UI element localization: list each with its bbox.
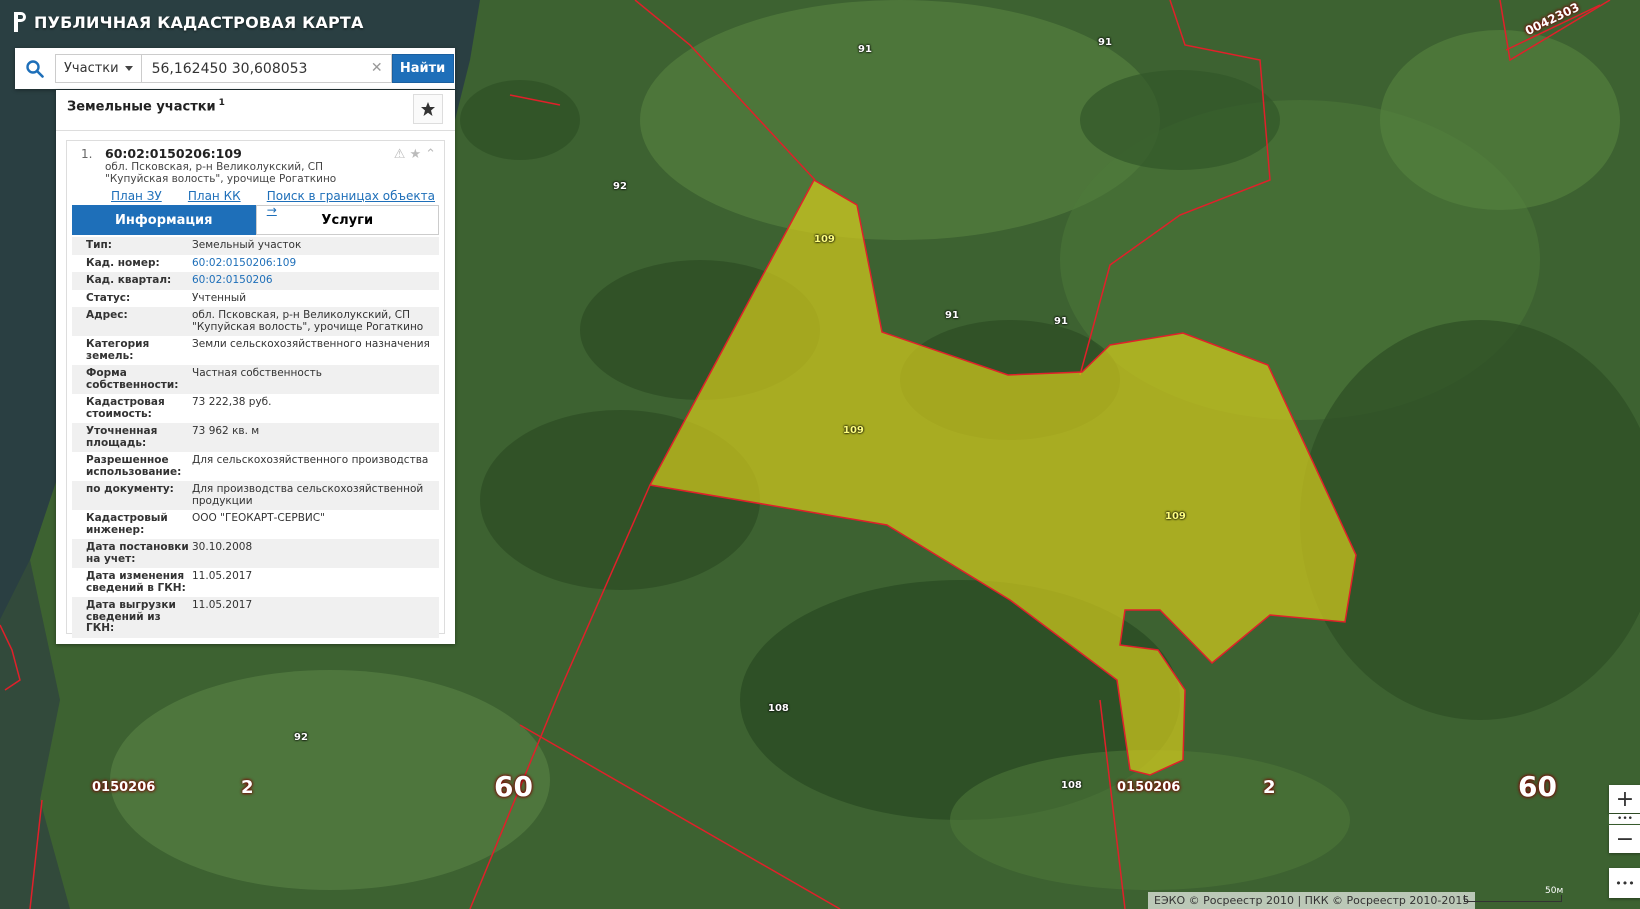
info-row: Форма собственности: Частная собственност… — [72, 365, 439, 394]
info-row: Кадастровая стоимость: 73 222,38 руб. — [72, 394, 439, 423]
attribution: ЕЭКО © Росреестр 2010 | ПКК © Росреестр … — [1148, 892, 1476, 909]
info-value: ООО "ГЕОКАРТ-СЕРВИС" — [192, 512, 325, 524]
info-row: Статус: Учтенный — [72, 290, 439, 308]
info-value: 30.10.2008 — [192, 541, 253, 553]
tab-services[interactable]: Услуги — [255, 205, 439, 235]
divider — [56, 130, 455, 131]
info-value: Для производства сельскохозяйственной пр… — [192, 483, 424, 507]
info-table: Тип: Земельный участок Кад. номер: 60:02:01… — [72, 237, 439, 638]
info-row: Адрес: обл. Псковская, р-н Великолукский,… — [72, 307, 439, 336]
result-tabs: Информация Услуги — [72, 205, 439, 235]
app-title: ПУБЛИЧНАЯ КАДАСТРОВАЯ КАРТА — [34, 12, 364, 32]
search-icon[interactable] — [15, 48, 55, 89]
zoom-in-button[interactable]: + — [1609, 785, 1640, 813]
panel-title: Земельные участки 1 — [67, 98, 225, 115]
result-index: 1. — [81, 147, 93, 161]
info-row: Дата выгрузки сведений из ГКН: 11.05.2017 — [72, 597, 439, 638]
search-query: 56,162450 30,608053 — [151, 60, 308, 77]
chevron-down-icon — [124, 66, 133, 71]
block-label: 2 — [1263, 777, 1276, 798]
info-value: 73 962 кв. м — [192, 425, 260, 437]
info-row: Кадастровый инженер: ООО "ГЕОКАРТ-СЕРВИС" — [72, 510, 439, 539]
info-row: Тип: Земельный участок — [72, 237, 439, 255]
zoom-out-button[interactable]: − — [1609, 825, 1640, 853]
star-icon[interactable]: ★ — [409, 147, 421, 162]
parcel-label: 91 — [858, 44, 872, 55]
info-key: Кадастровая стоимость: — [86, 396, 165, 420]
parcel-label: 91 — [1098, 37, 1112, 48]
parcel-label: 92 — [613, 181, 627, 192]
parcel-label: 109 — [843, 425, 864, 436]
result-count: 1 — [218, 98, 225, 108]
favorites-button[interactable] — [413, 94, 443, 124]
info-key: Разрешенное использование: — [86, 454, 182, 478]
zoom-slider-handle[interactable]: ••• — [1609, 814, 1640, 824]
info-row: Кад. квартал: 60:02:0150206 — [72, 272, 439, 290]
scale-bar — [1464, 895, 1562, 902]
info-key: Кад. квартал: — [86, 274, 172, 286]
block-label: 0150206 — [92, 780, 156, 795]
parcel-label: 108 — [768, 703, 789, 714]
info-row: Дата изменения сведений в ГКН: 11.05.2017 — [72, 568, 439, 597]
info-row: Уточненная площадь: 73 962 кв. м — [72, 423, 439, 452]
block-label: 2 — [241, 777, 254, 798]
info-key: Тип: — [86, 239, 112, 251]
info-key: Дата изменения сведений в ГКН: — [86, 570, 186, 594]
star-icon — [421, 102, 435, 116]
result-card: 1. 60:02:0150206:109 обл. Псковская, р-н… — [66, 140, 445, 638]
info-value: 11.05.2017 — [192, 599, 253, 611]
search-category-value: Участки — [64, 61, 119, 76]
parcel-label: 109 — [1165, 511, 1186, 522]
block-label: 60 — [1518, 770, 1557, 803]
search-category-select[interactable]: Участки — [55, 54, 142, 83]
info-key: Форма собственности: — [86, 367, 179, 391]
info-value: Учтенный — [192, 291, 247, 304]
scale-label: 50м — [1545, 886, 1564, 896]
info-key: Кадастровый инженер: — [86, 512, 168, 536]
info-value[interactable]: 60:02:0150206:109 — [192, 257, 439, 270]
chevron-up-icon[interactable]: ⌃ — [425, 147, 436, 162]
info-key: Адрес: — [86, 309, 128, 321]
info-value: 73 222,38 руб. — [192, 396, 272, 408]
warning-icon[interactable]: ⚠ — [394, 147, 406, 162]
app-header: ПУБЛИЧНАЯ КАДАСТРОВАЯ КАРТА — [12, 12, 364, 32]
results-panel: Земельные участки 1 1. 60:02:0150206:109 … — [56, 90, 455, 644]
info-key: Дата выгрузки сведений из ГКН: — [86, 599, 176, 634]
search-input[interactable]: 56,162450 30,608053 ✕ — [141, 54, 392, 83]
info-key: Дата постановки на учет: — [86, 541, 189, 565]
info-row: Кад. номер: 60:02:0150206:109 — [72, 255, 439, 273]
info-value: обл. Псковская, р-н Великолукский, СП "К… — [192, 309, 424, 333]
info-row: Категория земель: Земли сельскохозяйствен… — [72, 336, 439, 365]
block-label: 60 — [494, 770, 533, 803]
parcel-label: 92 — [294, 732, 308, 743]
tab-info[interactable]: Информация — [72, 205, 256, 235]
info-value: 11.05.2017 — [192, 570, 253, 582]
info-key: по документу: — [86, 483, 174, 495]
clear-icon[interactable]: ✕ — [371, 60, 383, 76]
info-value: Земельный участок — [192, 239, 302, 251]
parcel-label: 91 — [1054, 316, 1068, 327]
info-value: Для сельскохозяйственного производства — [192, 454, 429, 466]
info-key: Уточненная площадь: — [86, 425, 158, 449]
info-key: Статус: — [86, 291, 131, 304]
info-row: Дата постановки на учет: 30.10.2008 — [72, 539, 439, 568]
find-button[interactable]: Найти — [391, 54, 454, 83]
info-key: Категория земель: — [86, 338, 150, 362]
parcel-label: 91 — [945, 310, 959, 321]
result-actions: ⚠ ★ ⌃ — [394, 147, 436, 162]
parcel-label: 108 — [1061, 780, 1082, 791]
block-label: 0150206 — [1117, 780, 1181, 795]
info-row: Разрешенное использование: Для сельскохоз… — [72, 452, 439, 481]
result-address: обл. Псковская, р-н Великолукский, СП "К… — [105, 161, 337, 185]
search-bar: Участки 56,162450 30,608053 ✕ Найти — [15, 48, 455, 89]
info-value: Земли сельскохозяйственного назначения — [192, 338, 430, 350]
info-key: Кад. номер: — [86, 256, 160, 269]
info-value: Частная собственность — [192, 367, 322, 379]
info-value[interactable]: 60:02:0150206 — [192, 274, 439, 287]
rosreestr-logo-icon — [14, 12, 26, 32]
result-cad-number[interactable]: 60:02:0150206:109 — [105, 146, 242, 161]
parcel-label: 109 — [814, 234, 835, 245]
more-tools-button[interactable]: ••• — [1609, 868, 1640, 898]
info-row: по документу: Для производства сельскохоз… — [72, 481, 439, 510]
